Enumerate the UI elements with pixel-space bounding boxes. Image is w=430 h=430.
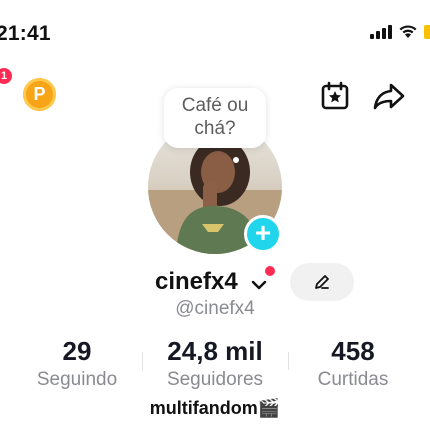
stat-likes-label: Curtidas xyxy=(317,369,389,390)
points-badge-letter: P xyxy=(33,84,46,104)
edit-profile-button[interactable] xyxy=(290,263,354,301)
wifi-icon xyxy=(399,25,417,38)
bio: multifandom🎬 xyxy=(149,398,281,418)
stat-followers[interactable]: 24,8 mil Seguidores xyxy=(150,336,280,391)
stat-following[interactable]: 29 Seguindo xyxy=(22,336,132,391)
chevron-down-icon[interactable] xyxy=(251,280,267,290)
stat-followers-value: 24,8 mil xyxy=(167,336,263,366)
share-button[interactable] xyxy=(372,79,406,113)
username-row: cinefx4 xyxy=(0,262,430,302)
note-line-1: Café ou xyxy=(181,95,249,116)
pencil-icon xyxy=(315,275,329,289)
stat-following-label: Seguindo xyxy=(36,369,118,390)
stat-likes[interactable]: 458 Curtidas xyxy=(298,336,408,391)
calendar-star-button[interactable] xyxy=(318,79,352,113)
account-alert-dot xyxy=(265,266,275,276)
note-bubble[interactable]: Café ou chá? xyxy=(164,88,266,148)
handle-text: @cinefx4 xyxy=(175,298,255,319)
stats-row: 29 Seguindo 24,8 mil Seguidores 458 Curt… xyxy=(0,336,430,396)
battery-icon xyxy=(424,24,430,39)
handle: @cinefx4 xyxy=(0,298,430,320)
stats-divider xyxy=(288,352,289,370)
stat-likes-value: 458 xyxy=(331,336,375,366)
share-arrow-icon xyxy=(373,83,405,110)
plus-icon: + xyxy=(254,217,272,248)
add-story-button[interactable]: + xyxy=(244,215,282,253)
signal-icon xyxy=(370,24,392,39)
stat-followers-label: Seguidores xyxy=(166,369,264,390)
stat-following-value: 29 xyxy=(62,336,92,366)
username[interactable]: cinefx4 xyxy=(155,268,238,296)
calendar-star-icon xyxy=(321,81,349,110)
note-line-2: chá? xyxy=(194,118,236,139)
stats-divider xyxy=(142,352,143,370)
status-time: 21:41 xyxy=(0,22,51,45)
notification-badge[interactable]: 1 xyxy=(0,68,12,84)
points-badge[interactable]: P xyxy=(23,78,56,111)
status-icons xyxy=(370,24,430,39)
